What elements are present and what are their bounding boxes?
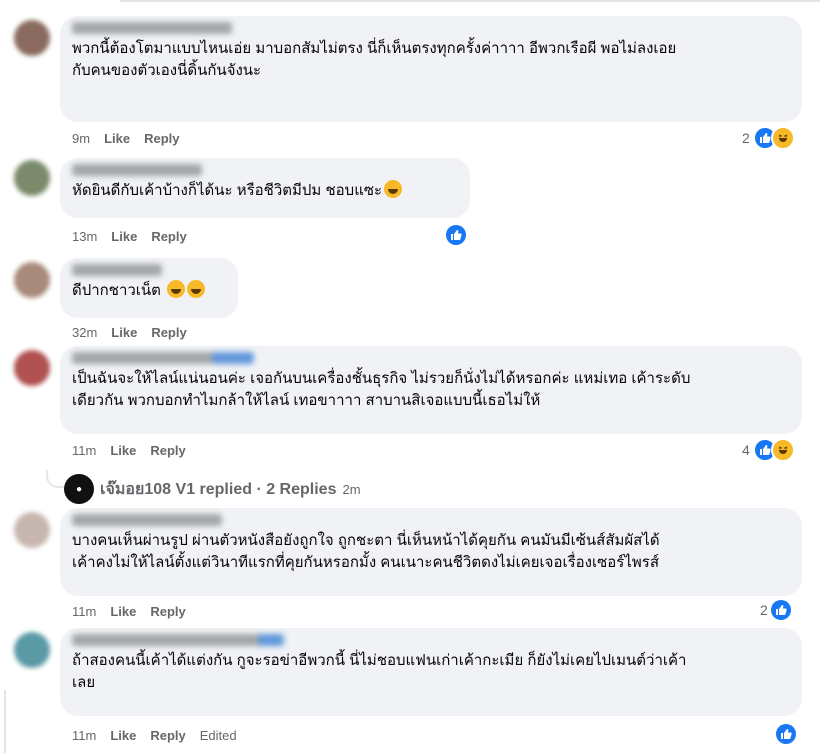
reply-button[interactable]: Reply xyxy=(150,728,185,743)
laughing-emoji-icon xyxy=(187,280,206,298)
like-icon xyxy=(770,600,791,620)
comment-text: ถ้าสองคนนี้เค้าได้แต่งกัน กูจะรอข่าอีพวก… xyxy=(72,652,687,691)
follow-link[interactable] xyxy=(258,634,284,646)
comment-bubble: ดีปากชาวเน็ต xyxy=(60,258,238,318)
comment-actions: 11m Like Reply xyxy=(72,443,186,458)
comment-bubble: หัดยินดีกับเค้าบ้างก็ได้นะ หรือชีวิตมีปม… xyxy=(60,158,470,218)
reaction-summary[interactable]: 2 xyxy=(742,126,795,150)
comment-actions: 32m Like Reply xyxy=(72,325,187,340)
comment-text: หัดยินดีกับเค้าบ้างก็ได้นะ หรือชีวิตมีปม… xyxy=(72,180,458,202)
view-replies-link[interactable]: ● เจ๊มอย108 V1 replied · 2 Replies 2m xyxy=(64,474,361,504)
reaction-summary[interactable] xyxy=(776,724,796,744)
surprised-emoji-icon xyxy=(384,180,403,198)
like-button[interactable]: Like xyxy=(110,728,136,743)
reaction-summary[interactable]: 2 xyxy=(760,600,791,620)
commenter-name-blurred[interactable] xyxy=(72,634,284,646)
comment-text: เป็นฉันจะให้ไลน์แน่นอนค่ะ เจอกันบนเครื่อ… xyxy=(72,370,691,409)
like-icon xyxy=(446,225,466,245)
replies-time: 2m xyxy=(342,481,361,497)
like-button[interactable]: Like xyxy=(110,604,136,619)
avatar[interactable] xyxy=(14,160,50,196)
follow-link[interactable] xyxy=(212,352,254,364)
edited-label: Edited xyxy=(199,728,237,743)
commenter-name-blurred[interactable] xyxy=(72,514,222,526)
comment-time[interactable]: 11m xyxy=(72,443,96,458)
haha-icon xyxy=(770,126,795,150)
comment-text: บางคนเห็นผ่านรูป ผ่านตัวหนังสือยังถูกใจ … xyxy=(72,532,660,571)
comment-actions: 9m Like Reply xyxy=(72,131,179,146)
reaction-count: 2 xyxy=(760,602,768,618)
reaction-count: 4 xyxy=(742,442,750,458)
reply-button[interactable]: Reply xyxy=(151,325,186,340)
avatar[interactable] xyxy=(14,262,50,298)
reaction-summary[interactable] xyxy=(446,225,466,245)
like-button[interactable]: Like xyxy=(111,325,137,340)
comment-bubble: เป็นฉันจะให้ไลน์แน่นอนค่ะ เจอกันบนเครื่อ… xyxy=(60,346,802,434)
like-button[interactable]: Like xyxy=(111,229,137,244)
commenter-name-blurred[interactable] xyxy=(72,352,254,364)
thread-connector xyxy=(46,470,64,488)
comment-actions: 13m Like Reply xyxy=(72,229,187,244)
comment-bubble: พวกนี้ต้องโตมาแบบไหนเอ่ย มาบอกสัมไม่ตรง … xyxy=(60,16,802,122)
laughing-emoji-icon xyxy=(167,280,186,298)
commenter-name-blurred[interactable] xyxy=(72,164,202,176)
comment-actions: 11m Like Reply Edited xyxy=(72,728,237,743)
comment-time[interactable]: 9m xyxy=(72,131,90,146)
comment-bubble: บางคนเห็นผ่านรูป ผ่านตัวหนังสือยังถูกใจ … xyxy=(60,508,802,596)
reaction-count: 2 xyxy=(742,130,750,146)
replier-avatar: ● xyxy=(64,474,94,504)
reply-button[interactable]: Reply xyxy=(144,131,179,146)
avatar[interactable] xyxy=(14,512,50,548)
commenter-name-blurred[interactable] xyxy=(72,264,162,276)
avatar[interactable] xyxy=(14,632,50,668)
like-button[interactable]: Like xyxy=(110,443,136,458)
comment-bubble: ถ้าสองคนนี้เค้าได้แต่งกัน กูจะรอข่าอีพวก… xyxy=(60,628,802,716)
reply-button[interactable]: Reply xyxy=(151,229,186,244)
reaction-summary[interactable]: 4 xyxy=(742,438,795,462)
comment-text: พวกนี้ต้องโตมาแบบไหนเอ่ย มาบอกสัมไม่ตรง … xyxy=(72,40,677,79)
comment-text: ดีปากชาวเน็ต xyxy=(72,280,226,302)
avatar[interactable] xyxy=(14,350,50,386)
commenter-name-blurred[interactable] xyxy=(72,22,232,34)
reply-button[interactable]: Reply xyxy=(150,443,185,458)
comment-time[interactable]: 11m xyxy=(72,728,96,743)
avatar[interactable] xyxy=(14,20,50,56)
divider xyxy=(120,0,820,2)
haha-icon xyxy=(770,438,795,462)
comment-time[interactable]: 11m xyxy=(72,604,96,619)
thread-rail xyxy=(4,690,6,753)
comment-time[interactable]: 13m xyxy=(72,229,97,244)
comment-actions: 11m Like Reply xyxy=(72,604,186,619)
reply-button[interactable]: Reply xyxy=(150,604,185,619)
comment-time[interactable]: 32m xyxy=(72,325,97,340)
like-button[interactable]: Like xyxy=(104,131,130,146)
replies-summary: เจ๊มอย108 V1 replied · 2 Replies xyxy=(100,480,337,498)
like-icon xyxy=(776,724,796,744)
